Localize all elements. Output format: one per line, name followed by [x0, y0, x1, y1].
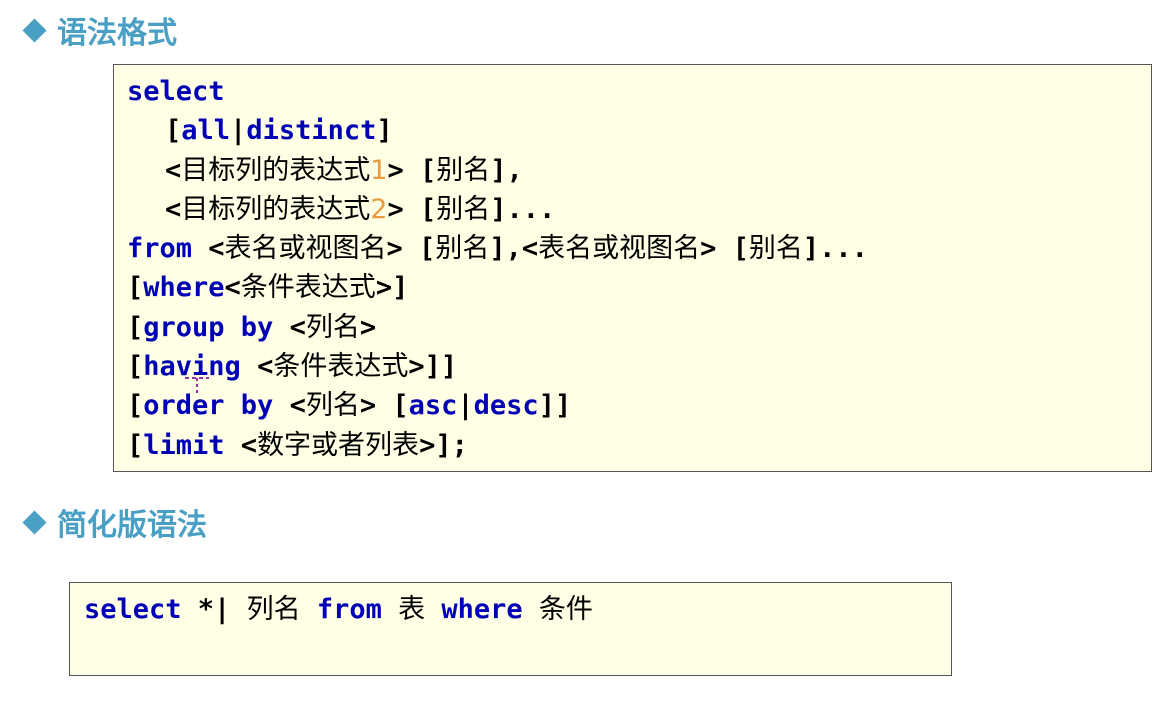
syntax-symbol: < — [192, 233, 225, 265]
placeholder-text: 目标列的表达式 — [181, 193, 371, 225]
syntax-symbol: > [ — [387, 193, 437, 225]
placeholder-text: 表 — [398, 594, 426, 625]
code-line: [group by <列名> — [114, 308, 1151, 347]
syntax-code-box: select [all|distinct] <目标列的表达式1> [别名], <目标列… — [113, 64, 1152, 472]
placeholder-text: 数字或者列表 — [257, 429, 420, 461]
syntax-symbol: < — [273, 390, 306, 422]
placeholder-text: 目标列的表达式 — [181, 154, 371, 186]
syntax-symbol: ] — [376, 115, 393, 147]
section-title: 简化版语法 — [57, 508, 207, 543]
section-heading-simplified: 简化版语法 — [22, 500, 207, 544]
placeholder-text: 列名 — [305, 311, 360, 343]
syntax-symbol: ], — [490, 154, 523, 186]
syntax-symbol: < — [273, 311, 306, 343]
syntax-symbol: [ — [127, 272, 144, 304]
syntax-symbol: ]... — [490, 193, 556, 225]
placeholder-number: 2 — [370, 193, 388, 225]
placeholder-text: 列名 — [246, 594, 301, 625]
placeholder-text: 条件表达式 — [240, 272, 376, 304]
code-line: [having <条件表达式>]] — [114, 347, 1151, 386]
syntax-symbol: [ — [127, 351, 144, 383]
text-cursor-icon — [185, 377, 209, 396]
code-line: <目标列的表达式2> [别名]... — [114, 190, 1151, 229]
section-heading-syntax: 语法格式 — [22, 8, 177, 52]
syntax-symbol: | — [457, 390, 474, 422]
keyword: from — [300, 594, 399, 625]
syntax-symbol: [ — [127, 390, 144, 422]
syntax-symbol: *| — [181, 594, 247, 625]
syntax-symbol: >] — [375, 272, 409, 304]
syntax-symbol: ]... — [802, 233, 868, 265]
simplified-code-box: select *| 列名 from 表 where 条件 — [69, 582, 952, 676]
code-line: from <表名或视图名> [别名],<表名或视图名> [别名]... — [114, 229, 1151, 268]
syntax-symbol: ]] — [538, 390, 572, 422]
syntax-symbol: > [ — [359, 390, 409, 422]
keyword: distinct — [246, 115, 377, 147]
syntax-symbol: > [ — [387, 154, 437, 186]
code-line: select *| 列名 from 表 where 条件 — [70, 590, 951, 629]
syntax-symbol: < — [224, 272, 241, 304]
keyword: where — [143, 272, 225, 304]
placeholder-number: 1 — [370, 154, 388, 186]
code-line: [limit <数字或者列表>]; — [114, 426, 1151, 465]
syntax-symbol: [ — [127, 429, 144, 461]
placeholder-text: 别名 — [436, 154, 491, 186]
placeholder-text: 表名或视图名 — [538, 233, 701, 265]
keyword: desc — [473, 390, 539, 422]
keyword: limit — [143, 429, 225, 461]
placeholder-text: 条件 — [538, 594, 593, 625]
placeholder-text: 表名或视图名 — [224, 233, 387, 265]
syntax-symbol: >]] — [408, 351, 458, 383]
code-line: select — [114, 72, 1151, 111]
syntax-symbol: >]; — [419, 429, 468, 461]
syntax-symbol: ],< — [489, 233, 539, 265]
keyword: select — [84, 594, 182, 625]
syntax-symbol: [ — [165, 115, 182, 147]
syntax-symbol: < — [224, 429, 258, 461]
code-line: [order by <列名> [asc|desc]] — [114, 386, 1151, 425]
placeholder-text: 条件表达式 — [273, 351, 409, 383]
diamond-bullet-icon — [22, 17, 47, 43]
placeholder-text: 别名 — [435, 233, 490, 265]
syntax-symbol: > — [359, 311, 377, 343]
syntax-symbol: | — [230, 115, 247, 147]
code-line: [where<条件表达式>] — [114, 268, 1151, 307]
keyword: asc — [408, 390, 458, 422]
keyword: all — [181, 115, 231, 147]
placeholder-text: 别名 — [748, 233, 803, 265]
section-title: 语法格式 — [57, 16, 177, 51]
syntax-symbol: > [ — [700, 233, 749, 265]
code-line: <目标列的表达式1> [别名], — [114, 151, 1151, 190]
syntax-symbol: < — [165, 154, 182, 186]
keyword: from — [127, 233, 193, 265]
diamond-bullet-icon — [22, 509, 47, 535]
placeholder-text: 列名 — [305, 390, 360, 422]
syntax-symbol: < — [165, 193, 182, 225]
keyword: group by — [143, 311, 274, 343]
placeholder-text: 别名 — [436, 193, 491, 225]
syntax-symbol: [ — [127, 311, 144, 343]
keyword: where — [425, 594, 539, 625]
syntax-symbol: < — [240, 351, 274, 383]
syntax-symbol: > [ — [386, 233, 436, 265]
code-line: [all|distinct] — [114, 111, 1151, 150]
keyword: select — [127, 76, 225, 107]
